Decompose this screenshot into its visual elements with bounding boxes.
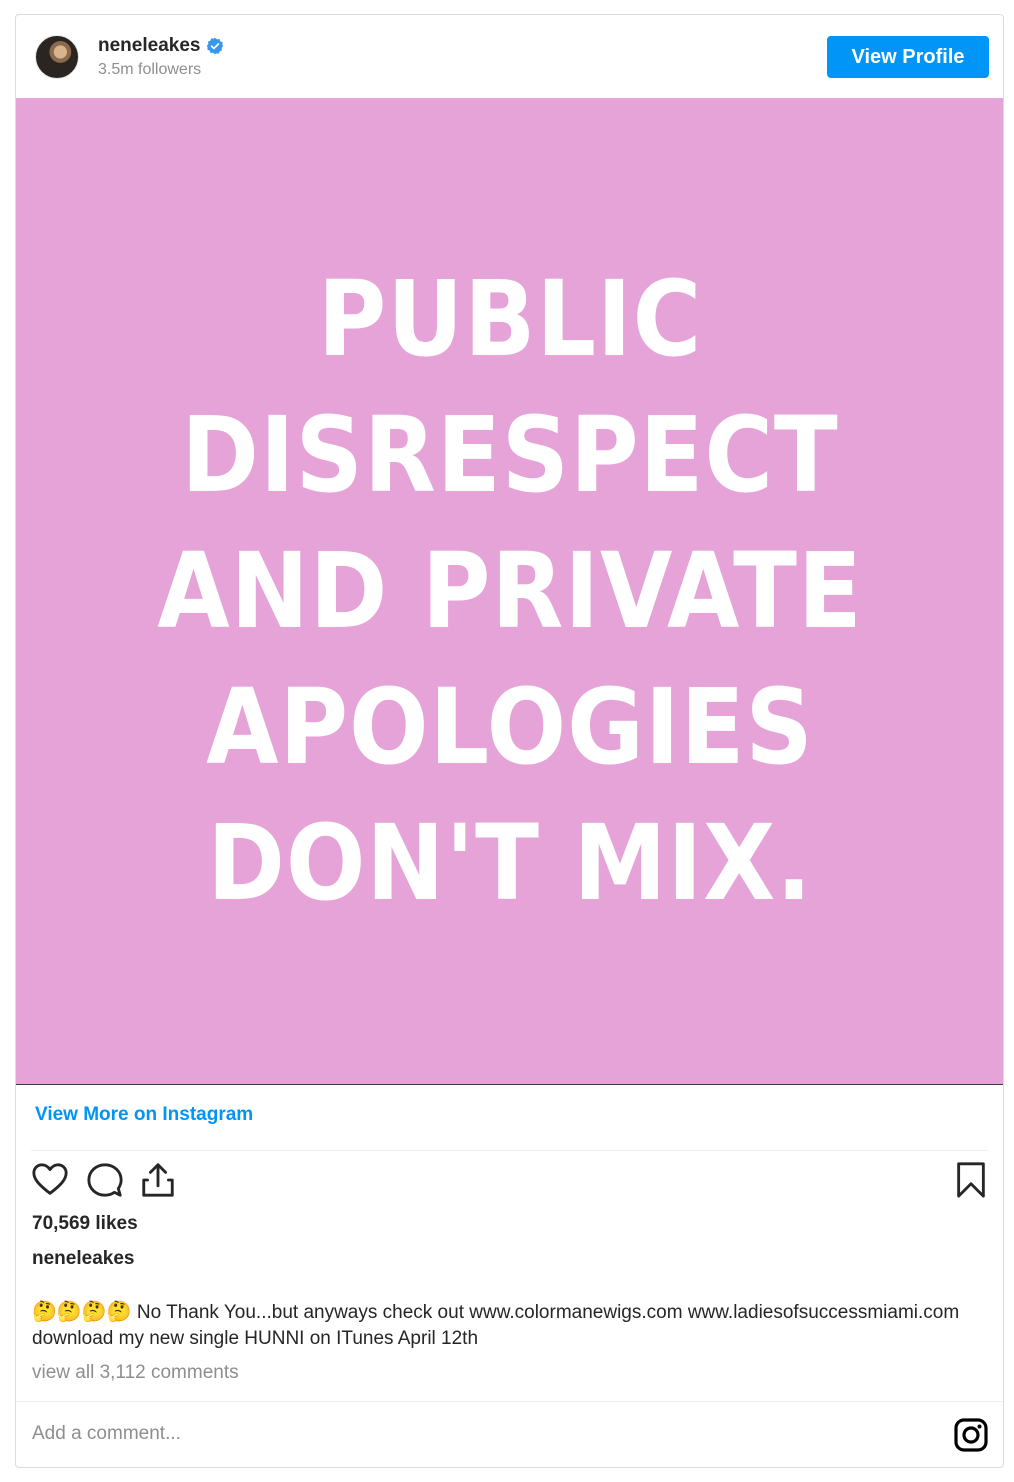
share-icon[interactable] [139,1161,177,1199]
post-image-line: DISRESPECT [180,394,839,516]
post-header: neneleakes 3.5m followers View Profile [16,15,1003,98]
divider [16,1401,1003,1402]
post-caption: 🤔🤔🤔🤔 No Thank You...but anyways check ou… [32,1299,982,1352]
post-image-line: APOLOGIES [205,666,814,788]
action-bar [31,1161,988,1201]
heart-icon[interactable] [31,1161,69,1199]
like-count[interactable]: 70,569 likes [32,1213,138,1235]
caption-username[interactable]: neneleakes [32,1248,134,1270]
add-comment-field[interactable]: Add a comment... [32,1423,181,1445]
follower-count: 3.5m followers [98,61,202,78]
divider [31,1150,988,1151]
post-image-text: PUBLIC DISRESPECT AND PRIVATE APOLOGIES … [157,251,863,931]
profile-username[interactable]: neneleakes [98,35,200,57]
caption-text: No Thank You...but anyways check out www… [32,1302,960,1349]
caption-emojis: 🤔🤔🤔🤔 [32,1301,132,1323]
avatar[interactable] [35,35,79,79]
post-image-line: PUBLIC [317,258,702,380]
username-row: neneleakes [98,35,224,57]
post-image-line: AND PRIVATE [156,530,863,652]
instagram-logo-icon[interactable] [953,1417,989,1453]
view-all-comments-link[interactable]: view all 3,112 comments [32,1362,239,1384]
post-image-line: DON'T MIX. [206,802,813,924]
verified-badge-icon [206,37,224,55]
instagram-embed-card: neneleakes 3.5m followers View Profile P… [15,14,1004,1468]
view-profile-button[interactable]: View Profile [827,36,989,78]
bookmark-icon[interactable] [952,1161,990,1199]
view-more-on-instagram-link[interactable]: View More on Instagram [35,1104,253,1126]
post-image[interactable]: PUBLIC DISRESPECT AND PRIVATE APOLOGIES … [16,98,1003,1085]
comment-icon[interactable] [86,1161,124,1199]
